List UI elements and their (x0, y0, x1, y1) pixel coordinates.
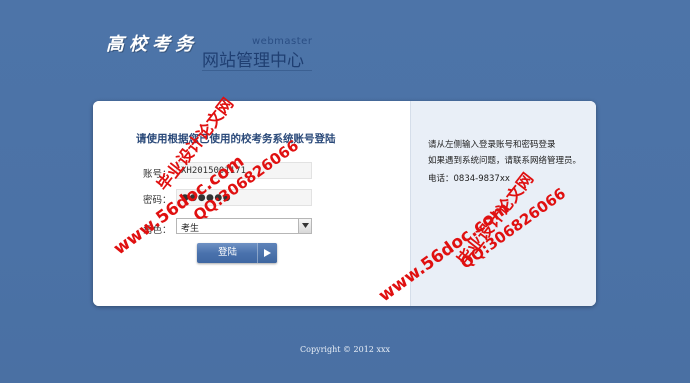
brand-divider (202, 70, 312, 71)
login-card: 请使用根据您已使用的校考务系统账号登陆 账号： 密码： 角色： 考生 登陆 (93, 101, 596, 306)
site-brand: 高校考务 webmaster 网站管理中心 (106, 30, 316, 71)
brand-calligraphy-logo: 高校考务 (106, 34, 198, 55)
brand-center-title: 网站管理中心 (202, 51, 304, 71)
role-select[interactable]: 考生 (176, 218, 312, 234)
info-line-support-hint: 如果遇到系统问题，请联系网络管理员。 (428, 156, 582, 166)
account-label: 账号： (143, 169, 172, 180)
password-label: 密码： (143, 195, 172, 206)
play-arrow-icon (257, 243, 277, 263)
info-panel (410, 101, 596, 306)
login-button[interactable]: 登陆 (197, 243, 277, 263)
chevron-down-icon[interactable] (298, 219, 311, 233)
password-input[interactable] (176, 189, 312, 206)
role-select-value: 考生 (181, 224, 200, 234)
info-line-login-hint: 请从左侧输入登录账号和密码登录 (428, 140, 556, 150)
account-input[interactable] (176, 162, 312, 179)
login-form-panel: 请使用根据您已使用的校考务系统账号登陆 账号： 密码： 角色： 考生 登陆 (93, 101, 410, 306)
footer-copyright: Copyright © 2012 xxx (300, 345, 390, 354)
role-label: 角色： (143, 225, 172, 236)
info-line-phone: 电话：0834-9837xx (428, 174, 510, 184)
login-title: 请使用根据您已使用的校考务系统账号登陆 (136, 133, 336, 145)
login-button-label: 登陆 (217, 247, 237, 258)
